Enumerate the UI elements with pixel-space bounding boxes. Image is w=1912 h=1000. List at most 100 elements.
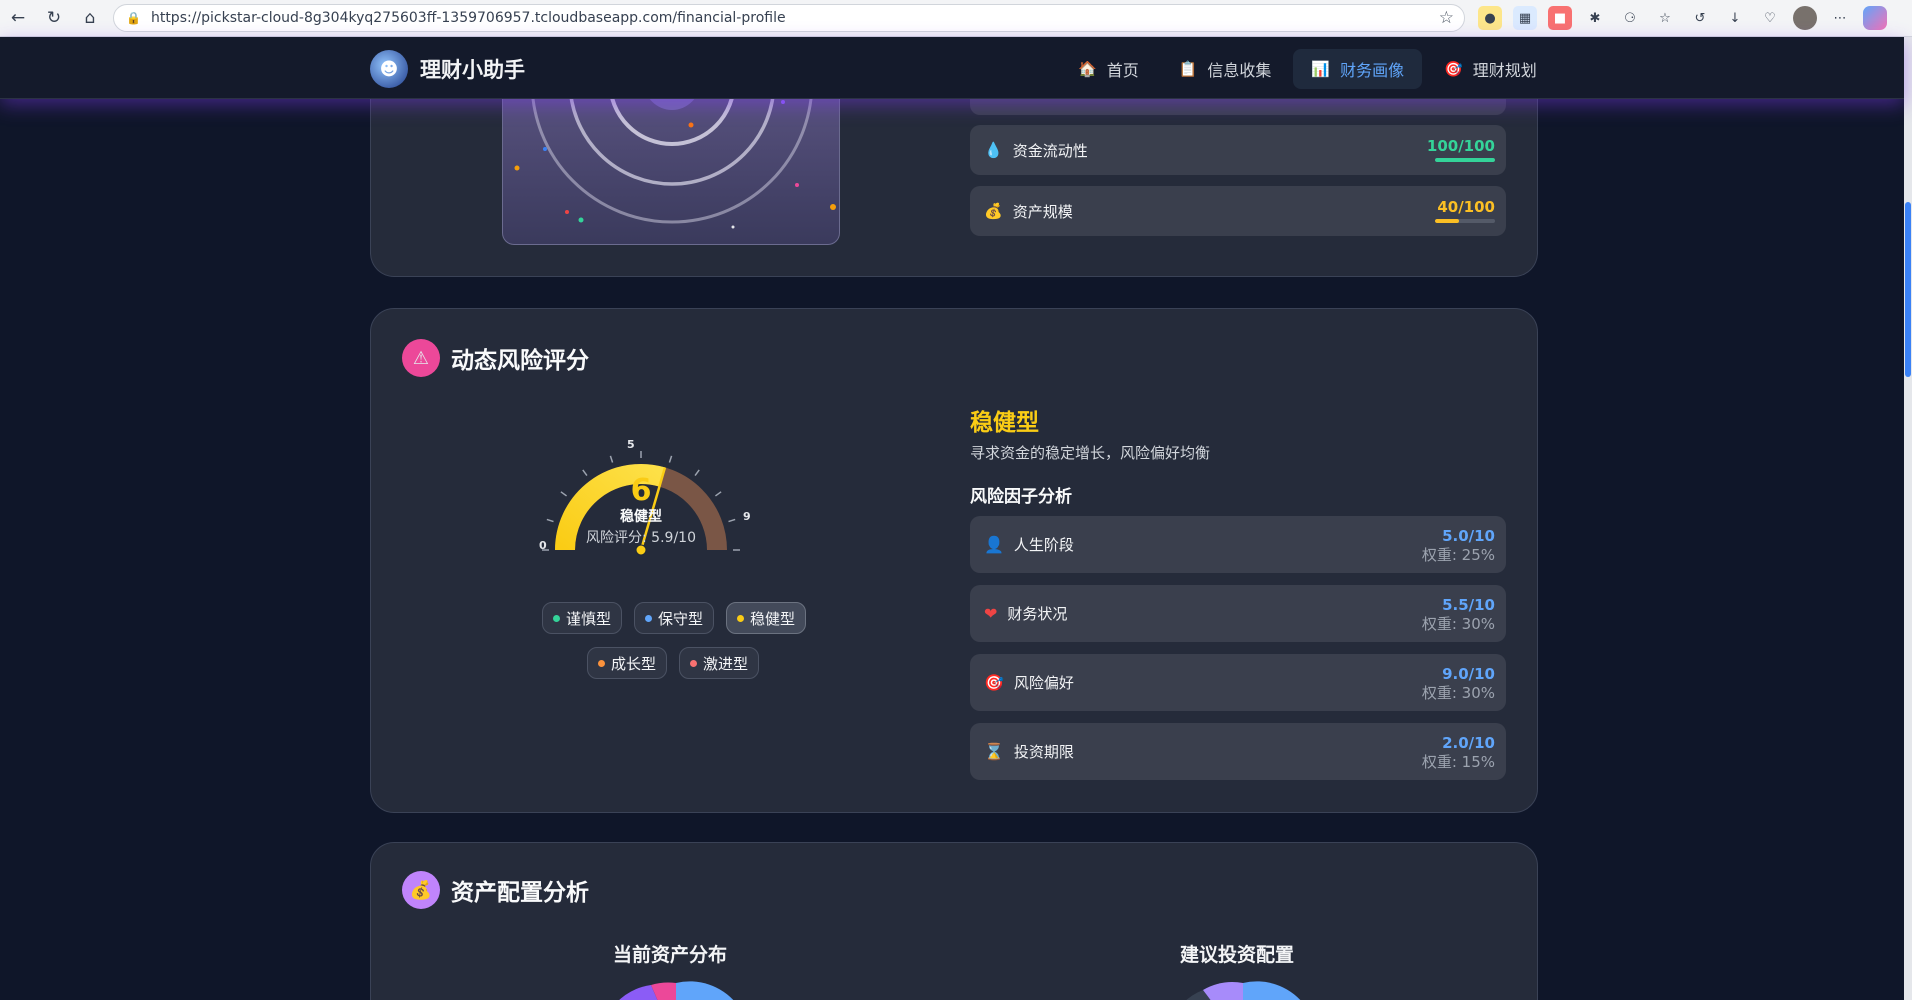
factor-row-risk-preference: 🎯 风险偏好 9.0/10 权重: 30%: [970, 654, 1506, 711]
sparkle-dot: [578, 217, 584, 223]
factor-heading: 风险因子分析: [970, 487, 1072, 507]
lock-icon: 🔒: [126, 11, 141, 25]
factor-row-life-stage: 👤 人生阶段 5.0/10 权重: 25%: [970, 516, 1506, 573]
chip-balanced[interactable]: 稳健型: [726, 602, 807, 634]
gauge-score: 6: [631, 473, 652, 508]
brand[interactable]: ☻ 理财小助手: [370, 50, 525, 88]
extension-icon[interactable]: ■: [1548, 6, 1572, 30]
card-header: ⚠ 动态风险评分: [402, 339, 589, 377]
extension-bar: ● ▦ ■ ✱ ⚆ ☆ ↺ ↓ ♡ ⋯: [1478, 6, 1887, 30]
hourglass-icon: ⌛: [984, 742, 1004, 761]
asset-allocation-card: 💰 资产配置分析 当前资产分布 建议投资配置: [370, 842, 1538, 1000]
factor-weight: 权重: 25%: [1421, 546, 1495, 564]
favorites-icon[interactable]: ☆: [1653, 6, 1677, 30]
sparkle-dot: [781, 100, 785, 104]
main-nav: 🏠 首页 📋 信息收集 📊 财务画像 🎯 理财规划: [1060, 49, 1555, 89]
card-header: 💰 资产配置分析: [402, 871, 589, 909]
gauge-tick: [714, 491, 722, 497]
risk-type-chips-row2: 成长型 激进型: [587, 647, 760, 679]
factor-score: 9.0/10: [1442, 665, 1495, 683]
chip-aggressive[interactable]: 激进型: [679, 647, 760, 679]
radar-chart: [502, 77, 840, 245]
extension-icon[interactable]: ⚆: [1618, 6, 1642, 30]
reload-icon[interactable]: ↻: [36, 0, 72, 36]
sparkle-dot: [830, 204, 836, 210]
metric-fill: [1435, 158, 1495, 162]
chip-label: 谨慎型: [566, 609, 612, 628]
extension-icon[interactable]: ▦: [1513, 6, 1537, 30]
chip-growth[interactable]: 成长型: [587, 647, 668, 679]
nav-item-info-collection[interactable]: 📋 信息收集: [1161, 49, 1290, 89]
suggested-pie-chart: [1186, 981, 1301, 1000]
gauge-tick: [546, 518, 554, 523]
metric-bar: [1435, 158, 1495, 162]
nav-item-financial-profile[interactable]: 📊 财务画像: [1293, 49, 1423, 89]
heart-icon: ❤: [984, 604, 998, 623]
metric-bar: [1435, 219, 1495, 223]
copilot-icon[interactable]: [1863, 6, 1887, 30]
status-dot: [645, 614, 653, 622]
sparkle-dot: [543, 147, 547, 151]
bar-chart-icon: 📊: [1311, 60, 1331, 78]
robot-logo-icon: ☻: [370, 50, 408, 88]
avatar[interactable]: [1793, 6, 1817, 30]
droplet-icon: 💧: [984, 141, 1003, 159]
favorite-star-icon[interactable]: ☆: [1439, 8, 1454, 28]
factor-label: 风险偏好: [1013, 674, 1074, 692]
gauge-svg: 0 5 9 6 稳健型 风险评分: 5.9/10: [539, 438, 751, 556]
chip-conservative[interactable]: 保守型: [634, 602, 715, 634]
suggested-allocation-title: 建议投资配置: [1180, 944, 1295, 966]
radar-rings: [514, 77, 836, 229]
gauge-tick: [582, 469, 588, 477]
sparkle-dot: [514, 165, 520, 171]
factor-row-horizon: ⌛ 投资期限 2.0/10 权重: 15%: [970, 723, 1506, 780]
scrollbar-thumb[interactable]: [1905, 202, 1911, 377]
risk-description: 寻求资金的稳定增长，风险偏好均衡: [970, 444, 1211, 462]
factor-score: 2.0/10: [1442, 734, 1495, 752]
gauge-tick: [694, 469, 700, 477]
nav-item-planning[interactable]: 🎯 理财规划: [1426, 49, 1555, 89]
nav-label: 首页: [1106, 61, 1139, 80]
address-bar[interactable]: 🔒 https://pickstar-cloud-8g304kyq275603f…: [113, 4, 1465, 32]
metric-fill: [1435, 219, 1459, 223]
gauge-tick: [560, 491, 568, 497]
house-icon: 🏠: [1078, 60, 1097, 78]
history-icon[interactable]: ↺: [1688, 6, 1712, 30]
page-scrollbar[interactable]: [1904, 37, 1912, 1000]
factor-weight: 权重: 15%: [1421, 753, 1495, 771]
nav-label: 理财规划: [1472, 61, 1537, 80]
current-pie-chart: [619, 981, 734, 1000]
warning-icon: ⚠: [402, 339, 440, 377]
puzzle-icon[interactable]: ✱: [1583, 6, 1607, 30]
gauge-score-text: 风险评分: 5.9/10: [586, 530, 696, 546]
app-header: ☻ 理财小助手 🏠 首页 📋 信息收集 📊 财务画像 🎯 理财规划: [0, 37, 1904, 99]
home-icon[interactable]: ⌂: [72, 0, 108, 36]
factor-row-financial: ❤ 财务状况 5.5/10 权重: 30%: [970, 585, 1506, 642]
gauge-type-label: 稳健型: [620, 508, 662, 525]
factor-weight: 权重: 30%: [1421, 615, 1495, 633]
back-arrow-icon[interactable]: ←: [0, 0, 36, 36]
card-title: 资产配置分析: [451, 880, 589, 906]
risk-type-chips-row1: 谨慎型 保守型 稳健型: [542, 602, 807, 634]
factor-label: 财务状况: [1007, 605, 1068, 623]
chip-label: 保守型: [658, 609, 704, 628]
gauge-tick-label: 0: [539, 539, 547, 552]
metric-value: 40/100: [1437, 198, 1495, 216]
heartbeat-icon[interactable]: ♡: [1758, 6, 1782, 30]
nav-item-home[interactable]: 🏠 首页: [1060, 49, 1157, 89]
gauge-tick-label: 5: [627, 438, 635, 451]
more-menu-icon[interactable]: ⋯: [1828, 6, 1852, 30]
gauge-tick: [609, 455, 614, 463]
download-icon[interactable]: ↓: [1723, 6, 1747, 30]
metric-row-liquidity: 💧 资金流动性 100/100: [970, 125, 1506, 175]
risk-type-title: 稳健型: [970, 410, 1039, 436]
extension-icon[interactable]: ●: [1478, 6, 1502, 30]
target-icon: 🎯: [984, 673, 1004, 692]
chip-label: 成长型: [611, 654, 657, 673]
clipboard-icon: 📋: [1178, 60, 1198, 78]
chip-cautious[interactable]: 谨慎型: [542, 602, 623, 634]
metric-label: 资产规模: [1012, 202, 1073, 221]
url-text: https://pickstar-cloud-8g304kyq275603ff-…: [150, 10, 786, 26]
current-distribution-title: 当前资产分布: [613, 944, 728, 966]
factor-label: 人生阶段: [1013, 536, 1074, 554]
